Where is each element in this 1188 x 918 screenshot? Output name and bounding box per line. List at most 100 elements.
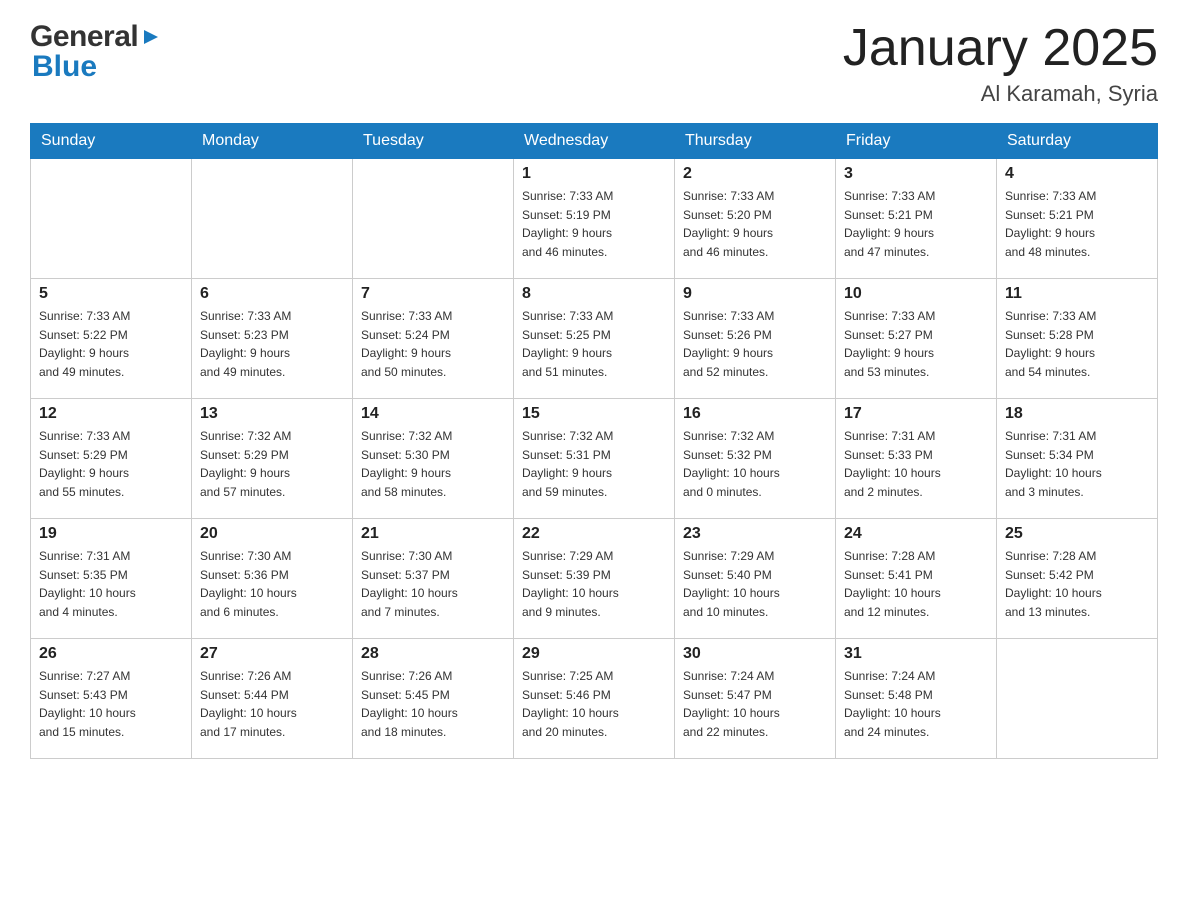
table-row: 21Sunrise: 7:30 AM Sunset: 5:37 PM Dayli… bbox=[353, 519, 514, 639]
table-row: 11 Sunrise: 7:33 AM Sunset: 5:28 PM Dayli… bbox=[997, 279, 1158, 399]
day-number: 8 bbox=[522, 285, 666, 303]
calendar-table: Sunday Monday Tuesday Wednesday Thursday… bbox=[30, 123, 1158, 759]
day-info: Sunrise: 7:32 AM Sunset: 5:31 PM Dayligh… bbox=[522, 427, 666, 501]
day-number: 28 bbox=[361, 645, 505, 663]
logo-flag-icon bbox=[140, 26, 162, 48]
day-info: Sunrise: 7:28 AM Sunset: 5:42 PM Dayligh… bbox=[1005, 547, 1149, 621]
day-info: Sunrise: 7:30 AM Sunset: 5:36 PM Dayligh… bbox=[200, 547, 344, 621]
day-info: Sunrise: 7:27 AM Sunset: 5:43 PM Dayligh… bbox=[39, 667, 183, 741]
col-monday: Monday bbox=[192, 124, 353, 159]
table-row: 24 Sunrise: 7:28 AM Sunset: 5:41 PM Dayli… bbox=[836, 519, 997, 639]
day-number: 19 bbox=[39, 525, 183, 543]
day-info: Sunrise: 7:28 AM Sunset: 5:41 PM Dayligh… bbox=[844, 547, 988, 621]
table-row: 8 Sunrise: 7:33 AM Sunset: 5:25 PM Daylig… bbox=[514, 279, 675, 399]
day-number: 6 bbox=[200, 285, 344, 303]
day-number: 25 bbox=[1005, 525, 1149, 543]
day-info: Sunrise: 7:33 AM Sunset: 5:21 PM Dayligh… bbox=[844, 187, 988, 261]
table-row: 4 Sunrise: 7:33 AM Sunset: 5:21 PM Daylig… bbox=[997, 159, 1158, 279]
day-number: 10 bbox=[844, 285, 988, 303]
table-row: 19 Sunrise: 7:31 AM Sunset: 5:35 PM Dayli… bbox=[31, 519, 192, 639]
day-info: Sunrise: 7:31 AM Sunset: 5:33 PM Dayligh… bbox=[844, 427, 988, 501]
day-info: Sunrise: 7:30 AM Sunset: 5:37 PM Dayligh… bbox=[361, 547, 505, 621]
table-row: 27 Sunrise: 7:26 AM Sunset: 5:44 PM Dayli… bbox=[192, 639, 353, 759]
day-info: Sunrise: 7:33 AM Sunset: 5:29 PM Dayligh… bbox=[39, 427, 183, 501]
table-row: 3 Sunrise: 7:33 AM Sunset: 5:21 PM Daylig… bbox=[836, 159, 997, 279]
day-number: 23 bbox=[683, 525, 827, 543]
logo: General Blue bbox=[30, 20, 162, 84]
table-row: 29 Sunrise: 7:25 AM Sunset: 5:46 PM Dayli… bbox=[514, 639, 675, 759]
table-row: 5Sunrise: 7:33 AM Sunset: 5:22 PM Daylig… bbox=[31, 279, 192, 399]
day-info: Sunrise: 7:25 AM Sunset: 5:46 PM Dayligh… bbox=[522, 667, 666, 741]
table-row bbox=[353, 159, 514, 279]
calendar-week-row: 1Sunrise: 7:33 AM Sunset: 5:19 PM Daylig… bbox=[31, 159, 1158, 279]
day-info: Sunrise: 7:31 AM Sunset: 5:35 PM Dayligh… bbox=[39, 547, 183, 621]
calendar-week-row: 19 Sunrise: 7:31 AM Sunset: 5:35 PM Dayli… bbox=[31, 519, 1158, 639]
day-number: 2 bbox=[683, 165, 827, 183]
day-number: 17 bbox=[844, 405, 988, 423]
day-info: Sunrise: 7:33 AM Sunset: 5:20 PM Dayligh… bbox=[683, 187, 827, 261]
day-info: Sunrise: 7:33 AM Sunset: 5:22 PM Dayligh… bbox=[39, 307, 183, 381]
table-row: 13 Sunrise: 7:32 AM Sunset: 5:29 PM Dayli… bbox=[192, 399, 353, 519]
table-row: 17 Sunrise: 7:31 AM Sunset: 5:33 PM Dayli… bbox=[836, 399, 997, 519]
table-row bbox=[997, 639, 1158, 759]
day-number: 26 bbox=[39, 645, 183, 663]
title-block: January 2025 Al Karamah, Syria bbox=[843, 20, 1158, 107]
day-number: 24 bbox=[844, 525, 988, 543]
day-number: 31 bbox=[844, 645, 988, 663]
day-info: Sunrise: 7:32 AM Sunset: 5:32 PM Dayligh… bbox=[683, 427, 827, 501]
day-info: Sunrise: 7:33 AM Sunset: 5:27 PM Dayligh… bbox=[844, 307, 988, 381]
col-sunday: Sunday bbox=[31, 124, 192, 159]
col-friday: Friday bbox=[836, 124, 997, 159]
day-info: Sunrise: 7:33 AM Sunset: 5:28 PM Dayligh… bbox=[1005, 307, 1149, 381]
table-row: 16Sunrise: 7:32 AM Sunset: 5:32 PM Dayli… bbox=[675, 399, 836, 519]
table-row: 22 Sunrise: 7:29 AM Sunset: 5:39 PM Dayli… bbox=[514, 519, 675, 639]
col-tuesday: Tuesday bbox=[353, 124, 514, 159]
table-row bbox=[192, 159, 353, 279]
day-number: 13 bbox=[200, 405, 344, 423]
day-info: Sunrise: 7:26 AM Sunset: 5:44 PM Dayligh… bbox=[200, 667, 344, 741]
page-header: General Blue January 2025 Al Karamah, Sy… bbox=[30, 20, 1158, 107]
day-info: Sunrise: 7:33 AM Sunset: 5:25 PM Dayligh… bbox=[522, 307, 666, 381]
month-title: January 2025 bbox=[843, 20, 1158, 77]
day-info: Sunrise: 7:32 AM Sunset: 5:29 PM Dayligh… bbox=[200, 427, 344, 501]
day-info: Sunrise: 7:33 AM Sunset: 5:19 PM Dayligh… bbox=[522, 187, 666, 261]
day-number: 4 bbox=[1005, 165, 1149, 183]
day-number: 30 bbox=[683, 645, 827, 663]
day-number: 20 bbox=[200, 525, 344, 543]
table-row: 25 Sunrise: 7:28 AM Sunset: 5:42 PM Dayli… bbox=[997, 519, 1158, 639]
day-number: 11 bbox=[1005, 285, 1149, 303]
table-row bbox=[31, 159, 192, 279]
day-number: 29 bbox=[522, 645, 666, 663]
day-info: Sunrise: 7:31 AM Sunset: 5:34 PM Dayligh… bbox=[1005, 427, 1149, 501]
calendar-week-row: 26 Sunrise: 7:27 AM Sunset: 5:43 PM Dayli… bbox=[31, 639, 1158, 759]
day-info: Sunrise: 7:24 AM Sunset: 5:48 PM Dayligh… bbox=[844, 667, 988, 741]
col-thursday: Thursday bbox=[675, 124, 836, 159]
table-row: 2 Sunrise: 7:33 AM Sunset: 5:20 PM Daylig… bbox=[675, 159, 836, 279]
day-info: Sunrise: 7:29 AM Sunset: 5:39 PM Dayligh… bbox=[522, 547, 666, 621]
day-number: 15 bbox=[522, 405, 666, 423]
day-number: 3 bbox=[844, 165, 988, 183]
day-info: Sunrise: 7:29 AM Sunset: 5:40 PM Dayligh… bbox=[683, 547, 827, 621]
table-row: 15 Sunrise: 7:32 AM Sunset: 5:31 PM Dayli… bbox=[514, 399, 675, 519]
table-row: 14Sunrise: 7:32 AM Sunset: 5:30 PM Dayli… bbox=[353, 399, 514, 519]
location-subtitle: Al Karamah, Syria bbox=[843, 81, 1158, 107]
day-number: 27 bbox=[200, 645, 344, 663]
day-number: 14 bbox=[361, 405, 505, 423]
calendar-week-row: 12Sunrise: 7:33 AM Sunset: 5:29 PM Dayli… bbox=[31, 399, 1158, 519]
logo-general-text: General bbox=[30, 20, 138, 54]
day-info: Sunrise: 7:26 AM Sunset: 5:45 PM Dayligh… bbox=[361, 667, 505, 741]
day-number: 18 bbox=[1005, 405, 1149, 423]
day-number: 7 bbox=[361, 285, 505, 303]
day-number: 22 bbox=[522, 525, 666, 543]
col-wednesday: Wednesday bbox=[514, 124, 675, 159]
day-number: 9 bbox=[683, 285, 827, 303]
calendar-week-row: 5Sunrise: 7:33 AM Sunset: 5:22 PM Daylig… bbox=[31, 279, 1158, 399]
calendar-header-row: Sunday Monday Tuesday Wednesday Thursday… bbox=[31, 124, 1158, 159]
table-row: 20 Sunrise: 7:30 AM Sunset: 5:36 PM Dayli… bbox=[192, 519, 353, 639]
day-info: Sunrise: 7:33 AM Sunset: 5:23 PM Dayligh… bbox=[200, 307, 344, 381]
day-info: Sunrise: 7:33 AM Sunset: 5:24 PM Dayligh… bbox=[361, 307, 505, 381]
table-row: 28 Sunrise: 7:26 AM Sunset: 5:45 PM Dayli… bbox=[353, 639, 514, 759]
day-info: Sunrise: 7:24 AM Sunset: 5:47 PM Dayligh… bbox=[683, 667, 827, 741]
day-info: Sunrise: 7:33 AM Sunset: 5:21 PM Dayligh… bbox=[1005, 187, 1149, 261]
table-row: 10 Sunrise: 7:33 AM Sunset: 5:27 PM Dayli… bbox=[836, 279, 997, 399]
